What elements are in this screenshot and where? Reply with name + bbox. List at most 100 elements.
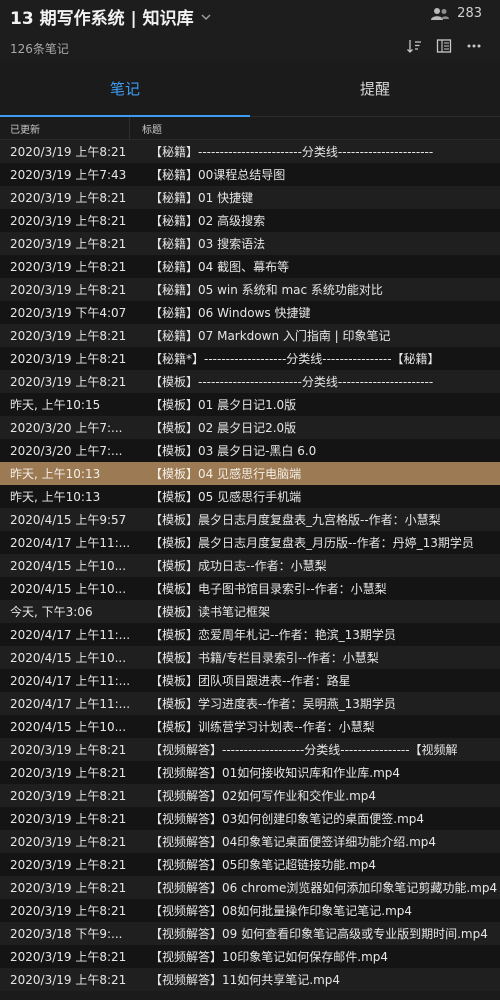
note-updated-date: 2020/3/19 上午8:21	[10, 214, 127, 228]
note-title: 【视频解答】02如何写作业和交作业.mp4	[150, 789, 377, 803]
tab-reminders[interactable]: 提醒	[250, 60, 500, 116]
column-header-updated[interactable]: 已更新	[0, 117, 130, 139]
note-title: 【视频解答】10印象笔记如何保存邮件.mp4	[150, 950, 389, 964]
note-updated-date: 2020/4/17 上午11:...	[10, 536, 131, 550]
note-row[interactable]: 2020/3/19 上午8:21 【秘籍】02 高级搜索	[0, 209, 500, 232]
note-title: 【模板】03 晨夕日记-黑白 6.0	[150, 444, 317, 458]
note-row[interactable]: 2020/3/19 上午8:21 【视频解答】11如何共享笔记.mp4	[0, 968, 500, 991]
member-count: 283	[457, 6, 482, 21]
note-row[interactable]: 2020/3/19 上午8:21 【视频解答】10印象笔记如何保存邮件.mp4	[0, 945, 500, 968]
note-row[interactable]: 2020/3/20 上午7:... 【模板】03 晨夕日记-黑白 6.0	[0, 439, 500, 462]
note-title: 【模板】团队项目跟进表--作者：路星	[150, 674, 351, 688]
note-title: 【模板】书籍/专栏目录索引--作者：小慧梨	[150, 651, 379, 665]
note-updated-date: 2020/3/19 上午8:21	[10, 191, 127, 205]
more-icon[interactable]	[466, 38, 482, 54]
note-row[interactable]: 2020/3/19 上午8:21 【视频解答】04印象笔记桌面便签详细功能介绍.m…	[0, 830, 500, 853]
note-title: 【秘籍*】-------------------分类线-------------…	[150, 352, 440, 366]
note-title: 【模板】学习进度表--作者：吴明燕_13期学员	[150, 697, 396, 711]
note-updated-date: 2020/3/19 上午8:21	[10, 812, 127, 826]
note-row[interactable]: 2020/3/19 上午8:21 【视频解答】06 chrome浏览器如何添加印象…	[0, 876, 500, 899]
note-updated-date: 2020/4/17 上午11:...	[10, 674, 131, 688]
note-updated-date: 2020/3/20 上午7:...	[10, 421, 123, 435]
note-title: 【模板】晨夕日志月度复盘表_九宫格版--作者：小慧梨	[150, 513, 441, 527]
note-title: 【视频解答】-------------------分类线------------…	[150, 743, 458, 757]
members-button[interactable]: 283	[431, 6, 482, 21]
note-updated-date: 2020/3/19 上午8:21	[10, 789, 127, 803]
note-title: 【模板】晨夕日志月度复盘表_月历版--作者：丹婷_13期学员	[150, 536, 474, 550]
note-row[interactable]: 2020/4/17 上午11:... 【模板】晨夕日志月度复盘表_月历版--作者：…	[0, 531, 500, 554]
note-updated-date: 2020/4/15 上午10...	[10, 651, 127, 665]
note-row[interactable]: 2020/3/18 下午9:... 【视频解答】09 如何查看印象笔记高级或专业版…	[0, 922, 500, 945]
note-title: 【模板】05 见感思行手机端	[150, 490, 302, 504]
note-updated-date: 2020/3/19 上午8:21	[10, 329, 127, 343]
column-header-title[interactable]: 标题	[130, 121, 162, 136]
note-row[interactable]: 2020/3/19 上午8:21 【秘籍】03 搜索语法	[0, 232, 500, 255]
note-row[interactable]: 2020/3/19 上午8:21 【视频解答】01如何接收知识库和作业库.mp4	[0, 761, 500, 784]
note-title: 【秘籍】03 搜索语法	[150, 237, 266, 251]
view-toggle-icon[interactable]	[436, 38, 452, 54]
note-title: 【秘籍】------------------------分类线---------…	[150, 145, 434, 159]
notebook-header: 13 期写作系统 | 知识库 283 126条笔记	[0, 0, 500, 60]
note-row[interactable]: 今天, 下午3:06 【模板】读书笔记框架	[0, 600, 500, 623]
note-title: 【视频解答】04印象笔记桌面便签详细功能介绍.mp4	[150, 835, 437, 849]
note-title: 【视频解答】05印象笔记超链接功能.mp4	[150, 858, 377, 872]
notebook-title[interactable]: 13 期写作系统 | 知识库	[10, 4, 194, 29]
note-row[interactable]: 2020/4/15 上午10... 【模板】书籍/专栏目录索引--作者：小慧梨	[0, 646, 500, 669]
note-row[interactable]: 2020/4/17 上午11:... 【模板】团队项目跟进表--作者：路星	[0, 669, 500, 692]
note-row[interactable]: 2020/3/19 上午8:21 【秘籍】--------------------…	[0, 140, 500, 163]
chevron-down-icon[interactable]	[200, 11, 212, 23]
note-row[interactable]: 2020/3/19 上午8:21 【秘籍】05 win 系统和 mac 系统功能对…	[0, 278, 500, 301]
note-row[interactable]: 2020/3/19 上午8:21 【视频解答】02如何写作业和交作业.mp4	[0, 784, 500, 807]
column-headers: 已更新 标题	[0, 117, 500, 140]
note-row[interactable]: 2020/4/15 上午10... 【模板】成功日志--作者：小慧梨	[0, 554, 500, 577]
note-title: 【模板】训练营学习计划表--作者：小慧梨	[150, 720, 375, 734]
note-updated-date: 2020/4/15 上午9:57	[10, 513, 127, 527]
note-row[interactable]: 2020/3/19 上午8:21 【视频解答】------------------…	[0, 738, 500, 761]
note-list: 2020/3/19 上午8:21 【秘籍】--------------------…	[0, 140, 500, 991]
note-title: 【秘籍】04 截图、幕布等	[150, 260, 290, 274]
toolbar	[406, 38, 482, 54]
note-row[interactable]: 2020/3/19 上午8:21 【视频解答】05印象笔记超链接功能.mp4	[0, 853, 500, 876]
note-updated-date: 2020/3/19 上午8:21	[10, 283, 127, 297]
note-updated-date: 昨天, 上午10:13	[10, 490, 101, 504]
note-row[interactable]: 昨天, 上午10:13 【模板】05 见感思行手机端	[0, 485, 500, 508]
note-title: 【视频解答】09 如何查看印象笔记高级或专业版到期时间.mp4	[150, 927, 488, 941]
tab-bar: 笔记 提醒	[0, 60, 500, 117]
note-title: 【模板】电子图书馆目录索引--作者：小慧梨	[150, 582, 387, 596]
tab-notes[interactable]: 笔记	[0, 60, 250, 116]
note-title: 【模板】01 晨夕日记1.0版	[150, 398, 297, 412]
note-updated-date: 2020/3/19 上午8:21	[10, 858, 127, 872]
note-row[interactable]: 2020/3/19 上午8:21 【秘籍*】-------------------…	[0, 347, 500, 370]
note-row[interactable]: 昨天, 上午10:15 【模板】01 晨夕日记1.0版	[0, 393, 500, 416]
note-updated-date: 2020/3/19 上午8:21	[10, 881, 127, 895]
note-title: 【秘籍】01 快捷键	[150, 191, 254, 205]
note-updated-date: 昨天, 上午10:13	[10, 467, 101, 481]
note-row[interactable]: 2020/4/15 上午10... 【模板】训练营学习计划表--作者：小慧梨	[0, 715, 500, 738]
note-title: 【模板】成功日志--作者：小慧梨	[150, 559, 327, 573]
notebook-title-row[interactable]: 13 期写作系统 | 知识库	[10, 4, 212, 29]
note-row[interactable]: 2020/3/19 上午8:21 【秘籍】04 截图、幕布等	[0, 255, 500, 278]
note-row[interactable]: 2020/4/17 上午11:... 【模板】学习进度表--作者：吴明燕_13期学…	[0, 692, 500, 715]
note-row[interactable]: 2020/3/19 上午8:21 【秘籍】01 快捷键	[0, 186, 500, 209]
note-row[interactable]: 2020/3/19 上午8:21 【视频解答】03如何创建印象笔记的桌面便签.mp…	[0, 807, 500, 830]
note-updated-date: 2020/3/19 上午8:21	[10, 766, 127, 780]
note-row[interactable]: 2020/3/19 上午8:21 【模板】--------------------…	[0, 370, 500, 393]
note-row[interactable]: 2020/3/19 上午8:21 【秘籍】07 Markdown 入门指南 | 印…	[0, 324, 500, 347]
note-updated-date: 2020/3/19 上午8:21	[10, 237, 127, 251]
note-row[interactable]: 2020/3/19 上午8:21 【视频解答】08如何批量操作印象笔记笔记.mp4	[0, 899, 500, 922]
note-count: 126条笔记	[10, 42, 69, 56]
note-title: 【视频解答】08如何批量操作印象笔记笔记.mp4	[150, 904, 413, 918]
note-updated-date: 昨天, 上午10:15	[10, 398, 101, 412]
note-row[interactable]: 2020/3/20 上午7:... 【模板】02 晨夕日记2.0版	[0, 416, 500, 439]
note-updated-date: 2020/3/19 上午8:21	[10, 835, 127, 849]
sort-icon[interactable]	[406, 38, 422, 54]
note-row[interactable]: 2020/4/15 上午10... 【模板】电子图书馆目录索引--作者：小慧梨	[0, 577, 500, 600]
note-title: 【秘籍】05 win 系统和 mac 系统功能对比	[150, 283, 383, 297]
note-row[interactable]: 2020/4/15 上午9:57 【模板】晨夕日志月度复盘表_九宫格版--作者：小…	[0, 508, 500, 531]
note-row[interactable]: 2020/4/17 上午11:... 【模板】恋爱周年札记--作者：艳滨_13期学…	[0, 623, 500, 646]
note-row[interactable]: 2020/3/19 上午7:43 【秘籍】00课程总结导图	[0, 163, 500, 186]
note-updated-date: 2020/4/17 上午11:...	[10, 697, 131, 711]
note-updated-date: 2020/4/15 上午10...	[10, 720, 127, 734]
note-row[interactable]: 昨天, 上午10:13 【模板】04 见感思行电脑端	[0, 462, 500, 485]
note-row[interactable]: 2020/3/19 下午4:07 【秘籍】06 Windows 快捷键	[0, 301, 500, 324]
